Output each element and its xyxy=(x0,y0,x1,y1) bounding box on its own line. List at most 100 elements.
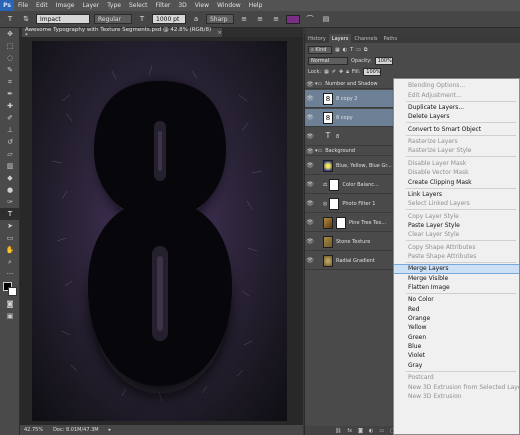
dodge-tool-icon[interactable]: ● xyxy=(0,184,20,196)
filter-shape-icon[interactable]: ▭ xyxy=(356,47,361,53)
layer-item[interactable]: 👁︎ Pine Tree Tex... xyxy=(305,214,395,232)
tab-paths[interactable]: Paths xyxy=(380,34,400,43)
crop-tool-icon[interactable]: ⌗ xyxy=(0,76,20,88)
visibility-eye-icon[interactable]: 👁︎ xyxy=(305,95,315,102)
screen-mode-icon[interactable]: ▣ xyxy=(0,310,20,322)
marquee-tool-icon[interactable]: ⬚ xyxy=(0,40,20,52)
more-tools-icon[interactable]: ··· xyxy=(0,268,20,280)
layer-group-background[interactable]: 👁︎ ▾▭ Background xyxy=(305,147,395,156)
menu-item-no-color[interactable]: No Color xyxy=(394,295,519,305)
layer-item[interactable]: 👁︎ Stone Texture xyxy=(305,233,395,251)
font-family-select[interactable]: Impact xyxy=(36,14,90,24)
warp-text-icon[interactable]: ⌒ xyxy=(304,14,316,24)
visibility-eye-icon[interactable]: 👁︎ xyxy=(305,257,315,264)
lasso-tool-icon[interactable]: ◌ xyxy=(0,52,20,64)
layer-item[interactable]: 👁︎ 8 8 copy xyxy=(305,109,395,127)
document-tab[interactable]: Awesome Typography with Texture Segments… xyxy=(22,27,222,39)
menu-file[interactable]: File xyxy=(14,2,32,9)
menu-item-red[interactable]: Red xyxy=(394,304,519,314)
menu-item-merge-visible[interactable]: Merge Visible xyxy=(394,273,519,283)
visibility-eye-icon[interactable]: 👁︎ xyxy=(305,133,315,140)
blend-mode-select[interactable]: Normal xyxy=(308,56,348,65)
layer-item[interactable]: 👁︎ Blue, Yellow, Blue Gr... xyxy=(305,157,395,175)
layer-item[interactable]: 👁︎ ⚖ Color Balanc... xyxy=(305,176,395,194)
lock-paint-icon[interactable]: ✐ xyxy=(332,69,336,75)
menu-item-link-layers[interactable]: Link Layers xyxy=(394,190,519,200)
link-layers-icon[interactable]: ⛓ xyxy=(335,428,341,434)
opacity-input[interactable]: 100% xyxy=(374,56,393,65)
visibility-eye-icon[interactable]: 👁︎ xyxy=(305,219,315,226)
hand-tool-icon[interactable]: ✋ xyxy=(0,244,20,256)
brush-tool-icon[interactable]: ✐ xyxy=(0,112,20,124)
layer-item[interactable]: 👁︎ ◎ Photo Filter 1 xyxy=(305,195,395,213)
adjustment-layer-icon[interactable]: ◐ xyxy=(369,428,373,434)
type-tool-icon[interactable]: T xyxy=(0,208,20,220)
status-arrow-icon[interactable]: ▸ xyxy=(109,427,112,433)
visibility-eye-icon[interactable]: 👁︎ xyxy=(305,148,315,155)
layer-item[interactable]: 👁︎ 8 8 copy 2 xyxy=(305,90,395,108)
text-color-swatch[interactable] xyxy=(286,14,300,24)
move-tool-icon[interactable]: ✥ xyxy=(0,28,20,40)
font-style-select[interactable]: Regular xyxy=(94,14,132,24)
menu-type[interactable]: Type xyxy=(103,2,125,9)
menu-item-flatten-image[interactable]: Flatten Image xyxy=(394,283,519,293)
menu-image[interactable]: Image xyxy=(52,2,79,9)
filter-smart-icon[interactable]: ⧉ xyxy=(364,47,368,53)
layer-group-number-and-shadow[interactable]: 👁︎ ▾▭ Number and Shadow xyxy=(305,80,395,89)
quick-select-tool-icon[interactable]: ✎ xyxy=(0,64,20,76)
visibility-eye-icon[interactable]: 👁︎ xyxy=(305,114,315,121)
menu-3d[interactable]: 3D xyxy=(174,2,190,9)
filter-type-icon[interactable]: T xyxy=(350,47,353,53)
lock-transparent-icon[interactable]: ▦ xyxy=(324,69,329,75)
filter-pixel-icon[interactable]: ▦ xyxy=(335,47,340,53)
menu-help[interactable]: Help xyxy=(245,2,267,9)
pen-tool-icon[interactable]: ✑ xyxy=(0,196,20,208)
visibility-eye-icon[interactable]: 👁︎ xyxy=(305,81,315,88)
filter-adjust-icon[interactable]: ◐ xyxy=(343,47,347,53)
close-tab-icon[interactable]: × xyxy=(217,30,222,36)
menu-item-paste-layer-style[interactable]: Paste Layer Style xyxy=(394,221,519,231)
color-swatches[interactable] xyxy=(0,280,20,298)
align-left-icon[interactable]: ≡ xyxy=(238,14,250,24)
tab-history[interactable]: History xyxy=(305,34,329,43)
history-brush-tool-icon[interactable]: ↺ xyxy=(0,136,20,148)
layer-item[interactable]: 👁︎ T 8 xyxy=(305,128,395,146)
tab-channels[interactable]: Channels xyxy=(351,34,380,43)
visibility-eye-icon[interactable]: 👁︎ xyxy=(305,162,315,169)
menu-item-convert-to-smart-object[interactable]: Convert to Smart Object xyxy=(394,124,519,134)
shape-tool-icon[interactable]: ▭ xyxy=(0,232,20,244)
artboard[interactable] xyxy=(32,41,287,421)
font-size-input[interactable]: 1000 pt xyxy=(152,14,186,24)
canvas-area[interactable] xyxy=(20,37,303,425)
menu-item-violet[interactable]: Violet xyxy=(394,351,519,361)
tab-layers[interactable]: Layers xyxy=(328,34,352,43)
menu-item-green[interactable]: Green xyxy=(394,332,519,342)
menu-item-delete-layers[interactable]: Delete Layers xyxy=(394,112,519,122)
menu-layer[interactable]: Layer xyxy=(78,2,103,9)
antialias-select[interactable]: Sharp xyxy=(206,14,234,24)
menu-edit[interactable]: Edit xyxy=(32,2,52,9)
visibility-eye-icon[interactable]: 👁︎ xyxy=(305,181,315,188)
menu-item-orange[interactable]: Orange xyxy=(394,314,519,324)
eyedropper-tool-icon[interactable]: ✒ xyxy=(0,88,20,100)
menu-item-gray[interactable]: Gray xyxy=(394,360,519,370)
fx-icon[interactable]: fx xyxy=(347,428,352,434)
background-color[interactable] xyxy=(8,287,17,296)
blur-tool-icon[interactable]: ◆ xyxy=(0,172,20,184)
gradient-tool-icon[interactable]: ▥ xyxy=(0,160,20,172)
lock-all-icon[interactable]: 🔒︎ xyxy=(346,69,349,75)
healing-tool-icon[interactable]: ✚ xyxy=(0,100,20,112)
menu-item-create-clipping-mask[interactable]: Create Clipping Mask xyxy=(394,177,519,187)
menu-view[interactable]: View xyxy=(191,2,213,9)
orientation-toggle-icon[interactable]: ⇅ xyxy=(20,14,32,24)
path-selection-tool-icon[interactable]: ➤ xyxy=(0,220,20,232)
lock-move-icon[interactable]: ✥ xyxy=(339,69,343,75)
type-tool-icon[interactable]: T xyxy=(4,14,16,24)
add-mask-icon[interactable]: ◙ xyxy=(358,428,363,434)
zoom-level[interactable]: 42.75% xyxy=(24,427,43,433)
layer-item[interactable]: 👁︎ Radial Gradient xyxy=(305,252,395,270)
clone-stamp-tool-icon[interactable]: ⊥ xyxy=(0,124,20,136)
menu-item-yellow[interactable]: Yellow xyxy=(394,323,519,333)
zoom-tool-icon[interactable]: ⌕ xyxy=(0,256,20,268)
quick-mask-icon[interactable]: ◙ xyxy=(0,298,20,310)
